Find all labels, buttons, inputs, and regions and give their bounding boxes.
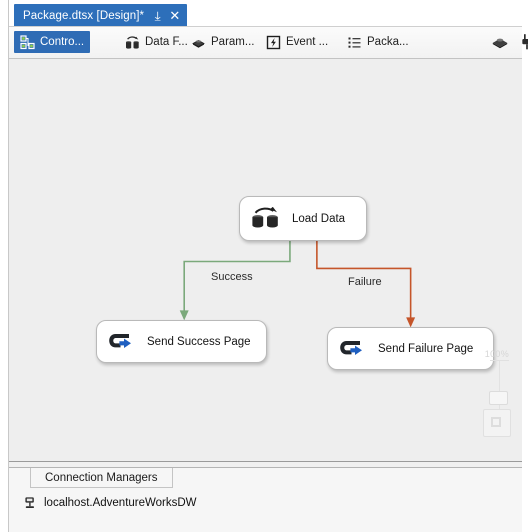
- task-node-send-success-page[interactable]: Send Success Page: [96, 320, 267, 363]
- tab-data-flow-label: Data F...: [145, 36, 188, 48]
- tab-control-flow-label: Contro...: [40, 36, 85, 48]
- right-gutter: [522, 0, 528, 532]
- ssis-package-designer-window: Package.dtsx [Design]* ⤓ ✕ Contro... Dat…: [0, 0, 528, 532]
- tab-parameters[interactable]: Param...: [185, 31, 260, 53]
- tab-parameters-label: Param...: [211, 36, 255, 48]
- parameters-icon: [191, 35, 206, 50]
- task-node-send-failure-page-label: Send Failure Page: [378, 342, 474, 355]
- task-node-send-failure-page[interactable]: Send Failure Page: [327, 327, 494, 370]
- success-connector-label: Success: [211, 271, 253, 283]
- connection-managers-tab-label: Connection Managers: [45, 471, 158, 484]
- connection-manager-list-item[interactable]: localhost.AdventureWorksDW: [23, 496, 197, 510]
- tab-data-flow[interactable]: Data F...: [119, 31, 194, 53]
- send-mail-task-icon: [339, 337, 367, 361]
- close-icon[interactable]: ✕: [169, 9, 180, 22]
- send-mail-task-icon: [108, 330, 136, 354]
- tab-package-explorer[interactable]: Packa...: [341, 31, 415, 53]
- pin-icon[interactable]: ⤓: [155, 10, 161, 22]
- package-explorer-icon: [347, 35, 362, 50]
- tab-package-explorer-label: Packa...: [367, 36, 409, 48]
- package-box-icon[interactable]: [491, 33, 509, 51]
- task-node-load-data-label: Load Data: [292, 212, 346, 225]
- connection-plug-icon[interactable]: [518, 33, 528, 51]
- control-flow-canvas[interactable]: Success Failure Load Data Send Success P…: [9, 59, 522, 462]
- zoom-slider-thumb[interactable]: [489, 391, 508, 405]
- connection-manager-name: localhost.AdventureWorksDW: [44, 497, 197, 509]
- zoom-level-label: 100%: [484, 349, 509, 359]
- task-node-send-success-page-label: Send Success Page: [147, 335, 251, 348]
- server-connection-icon: [23, 496, 37, 510]
- tab-event-handlers-label: Event ...: [286, 36, 329, 48]
- failure-connector-label: Failure: [348, 276, 382, 288]
- tab-control-flow[interactable]: Contro...: [14, 31, 91, 53]
- designer-tab-strip: Contro... Data F... Param... Event ... P…: [9, 27, 528, 59]
- zoom-to-fit-icon[interactable]: [483, 409, 511, 437]
- document-tab-bar: Package.dtsx [Design]* ⤓ ✕: [9, 0, 522, 27]
- tab-event-handlers[interactable]: Event ...: [260, 31, 334, 53]
- connection-managers-pane: Connection Managers localhost.AdventureW…: [9, 467, 522, 532]
- data-flow-icon: [125, 35, 140, 50]
- task-node-load-data[interactable]: Load Data: [239, 196, 367, 241]
- control-flow-icon: [20, 34, 35, 50]
- document-tab-package-dtsx[interactable]: Package.dtsx [Design]* ⤓ ✕: [14, 4, 188, 27]
- event-handlers-icon: [266, 35, 281, 50]
- connector-layer: [179, 240, 416, 328]
- document-tab-label: Package.dtsx [Design]*: [23, 9, 145, 22]
- connection-managers-tab[interactable]: Connection Managers: [30, 468, 173, 488]
- data-flow-task-icon: [251, 206, 281, 231]
- left-gutter: [0, 0, 9, 532]
